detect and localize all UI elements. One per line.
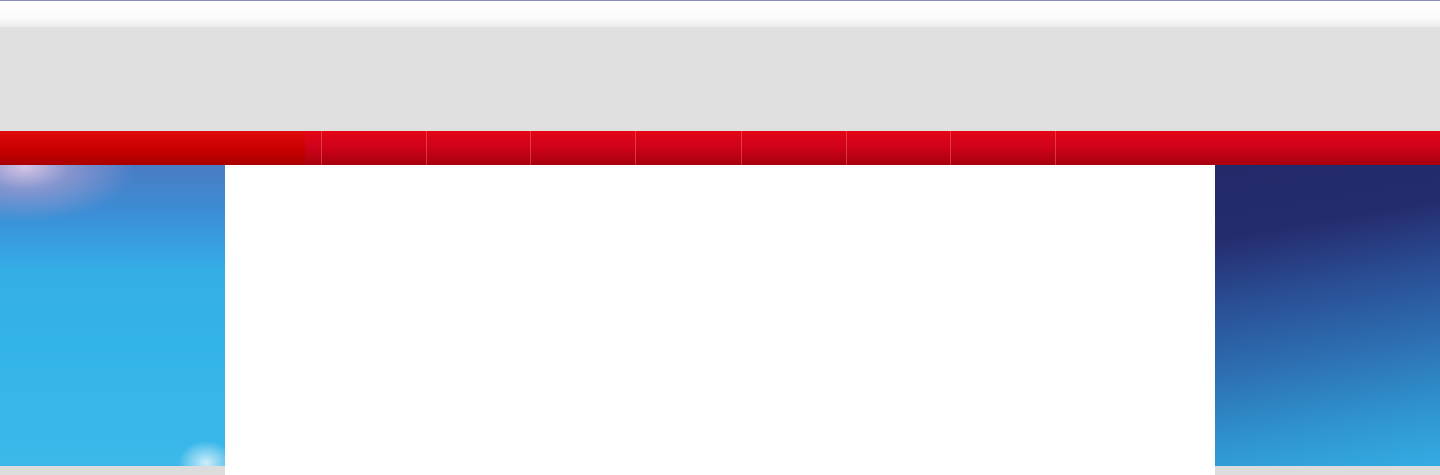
nav-item-6[interactable]: [846, 131, 950, 165]
left-side-banner-footer: [0, 466, 225, 475]
nav-item-2[interactable]: [426, 131, 530, 165]
nav-item-7[interactable]: [950, 131, 1055, 165]
page: [0, 0, 1440, 475]
nav-item-3[interactable]: [530, 131, 635, 165]
header-banner: [0, 27, 1440, 131]
nav-item-1[interactable]: [321, 131, 426, 165]
left-side-banner-sky-image: [0, 165, 225, 466]
nav-item-4[interactable]: [635, 131, 741, 165]
nav-item-8[interactable]: [1055, 131, 1215, 165]
right-side-banner-footer: [1215, 466, 1440, 475]
nav-bar-left-segment: [0, 131, 305, 165]
right-side-banner-gradient-image: [1215, 165, 1440, 466]
main-nav-bar: [0, 131, 1440, 165]
top-strip: [0, 1, 1440, 27]
main-content-area: [225, 165, 1215, 475]
nav-item-5[interactable]: [741, 131, 846, 165]
